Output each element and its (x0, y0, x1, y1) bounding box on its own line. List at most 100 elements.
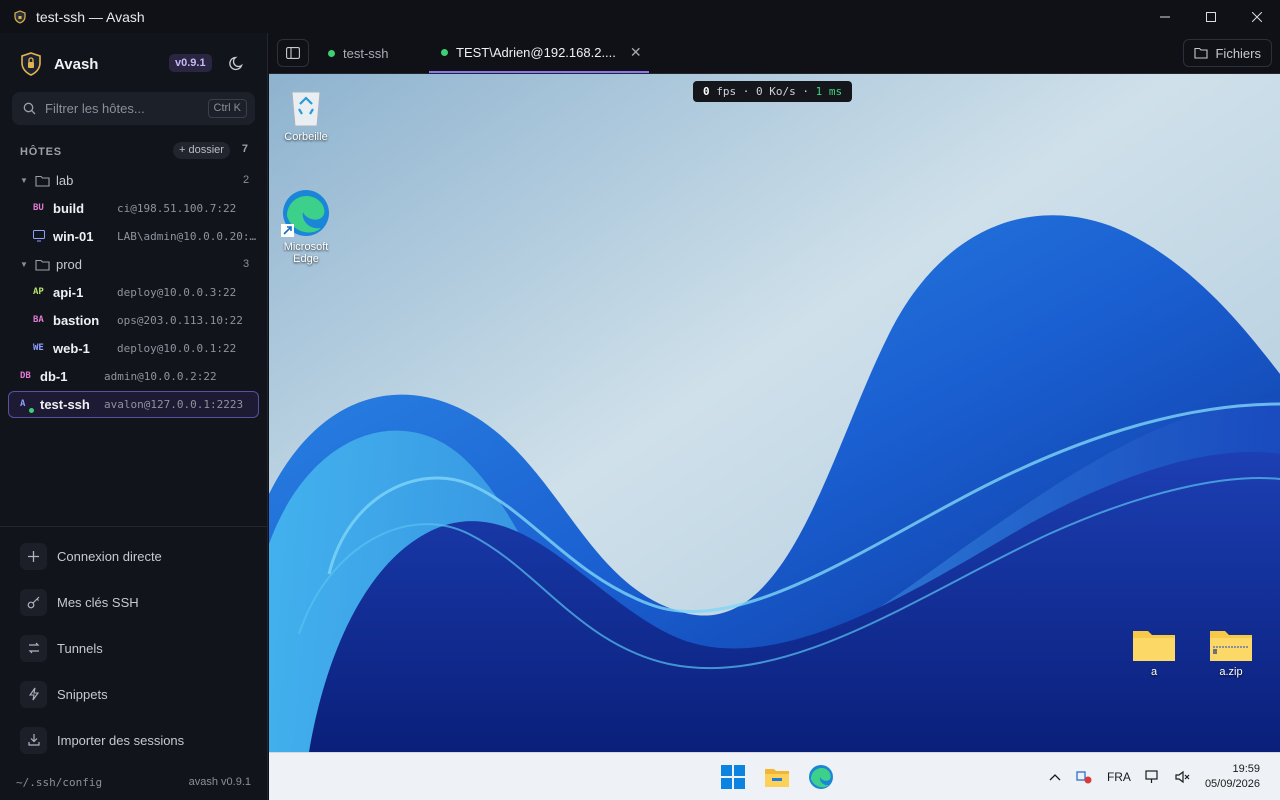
edge-icon (281, 190, 329, 237)
folder-icon (1194, 47, 1209, 59)
folder-icon (35, 259, 50, 271)
host-name: web-1 (53, 340, 90, 356)
host-name: build (53, 200, 85, 216)
direct-connection-button[interactable]: Connexion directe (20, 542, 162, 570)
host-win-01[interactable]: win-01 LAB\admin@10.0.0.20:… (33, 222, 257, 250)
search-shortcut: Ctrl K (207, 99, 247, 118)
host-address: ops@203.0.113.10:22 (117, 313, 243, 327)
host-test-ssh[interactable]: A test-ssh avalon@127.0.0.1:2223 (20, 390, 255, 418)
desktop-icon-label: Corbeille (284, 131, 328, 143)
network-tray-icon[interactable] (1075, 770, 1093, 784)
import-sessions-button[interactable]: Importer des sessions (20, 726, 184, 754)
caret-down-icon: ▼ (20, 259, 28, 269)
host-build[interactable]: BU build ci@198.51.100.7:22 (33, 194, 255, 222)
sidebar-panel-icon (286, 47, 300, 59)
host-abbr: AP (33, 287, 44, 297)
host-address: avalon@127.0.0.1:2223 (104, 397, 244, 411)
file-explorer-button[interactable] (761, 761, 793, 793)
action-label: Mes clés SSH (57, 594, 139, 610)
snippets-button[interactable]: Snippets (20, 680, 108, 708)
host-name: test-ssh (40, 396, 90, 412)
add-folder-button[interactable]: + dossier (173, 142, 230, 159)
maximize-icon (1206, 11, 1216, 22)
title-bar: test-ssh — Avash (0, 0, 1280, 33)
app-logo-icon (14, 9, 26, 24)
file-explorer-icon (765, 769, 789, 787)
chevron-up-icon[interactable] (1049, 773, 1061, 781)
taskbar-edge-button[interactable] (805, 761, 837, 793)
tab-test-ssh[interactable]: test-ssh (328, 33, 389, 73)
host-address: admin@10.0.0.2:22 (104, 369, 217, 383)
host-address: deploy@10.0.0.3:22 (117, 285, 237, 299)
host-search[interactable]: Ctrl K (12, 92, 255, 125)
remote-desktop-view[interactable]: 0 fps · 0 Ko/s · 1 ms Corbeille Microsof… (269, 74, 1280, 800)
folder-name: prod (56, 256, 83, 272)
action-label: Importer des sessions (57, 732, 185, 748)
folder-name: lab (56, 172, 74, 188)
desktop-icon-folder-a[interactable]: a (1119, 627, 1189, 678)
minimize-button[interactable] (1142, 0, 1188, 33)
desktop-icon-recycle-bin[interactable]: Corbeille (271, 84, 341, 143)
host-bastion[interactable]: BA bastion ops@203.0.113.10:22 (33, 306, 255, 334)
minimize-icon (1160, 16, 1170, 17)
tab-bar: test-ssh TEST\Adrien@192.168.2.... ✕ Fic… (269, 33, 1280, 74)
hosts-header: HÔTES + dossier 7 (20, 142, 250, 160)
desktop-icon-edge[interactable]: Microsoft Edge (271, 188, 341, 265)
ssh-keys-button[interactable]: Mes clés SSH (20, 588, 139, 616)
tab-label: TEST\Adrien@192.168.2.... (456, 44, 616, 60)
desktop-icon-label: a.zip (1219, 666, 1243, 678)
search-input[interactable] (45, 101, 195, 116)
host-db-1[interactable]: DB db-1 admin@10.0.0.2:22 (20, 362, 255, 390)
host-name: db-1 (40, 368, 68, 384)
host-api-1[interactable]: AP api-1 deploy@10.0.0.3:22 (33, 278, 255, 306)
system-tray: FRA 19:59 05/09/2026 (1049, 753, 1280, 800)
config-path: ~/.ssh/config (16, 776, 103, 789)
host-web-1[interactable]: WE web-1 deploy@10.0.0.1:22 (33, 334, 255, 362)
close-window-button[interactable] (1234, 0, 1280, 33)
start-button[interactable] (717, 761, 749, 793)
host-abbr: BA (33, 315, 44, 325)
desktop-icon-label: a (1150, 666, 1158, 678)
volume-muted-icon[interactable] (1175, 770, 1191, 784)
folder-lab[interactable]: ▼ lab 2 (20, 166, 252, 194)
lightning-icon (28, 687, 39, 701)
hosts-title: HÔTES (20, 146, 62, 158)
folder-prod[interactable]: ▼ prod 3 (20, 250, 252, 278)
tab-remote-desktop[interactable]: TEST\Adrien@192.168.2.... ✕ (429, 33, 649, 73)
footer-version: avash v0.9.1 (188, 776, 251, 788)
recycle-bin-icon (291, 91, 321, 127)
host-address: LAB\admin@10.0.0.20:… (117, 229, 257, 243)
taskbar-clock[interactable]: 19:59 05/09/2026 (1205, 762, 1260, 792)
window-title: test-ssh — Avash (36, 8, 145, 25)
folder-icon (1133, 631, 1175, 661)
tunnels-button[interactable]: Tunnels (20, 634, 103, 662)
sidebar-divider (0, 526, 268, 527)
maximize-button[interactable] (1188, 0, 1234, 33)
version-badge: v0.9.1 (169, 54, 212, 72)
close-tab-icon[interactable]: ✕ (630, 44, 642, 61)
app-name: Avash (54, 55, 99, 73)
plus-icon (28, 550, 39, 562)
folder-count: 3 (243, 258, 250, 270)
network-icon[interactable] (1145, 770, 1161, 784)
sidebar-toggle-button[interactable] (277, 39, 309, 67)
host-abbr: A (20, 399, 40, 413)
folder-icon (35, 175, 50, 187)
import-icon (27, 734, 40, 746)
action-label: Snippets (57, 686, 108, 702)
search-icon (23, 102, 36, 115)
connected-dot (328, 49, 335, 57)
host-abbr: BU (33, 203, 44, 213)
folder-count: 2 (243, 174, 250, 186)
host-address: deploy@10.0.0.1:22 (117, 341, 237, 355)
files-button[interactable]: Fichiers (1183, 39, 1272, 67)
zip-folder-icon (1210, 631, 1252, 661)
online-dot (29, 408, 34, 413)
close-icon (1252, 11, 1262, 22)
language-indicator[interactable]: FRA (1107, 770, 1131, 784)
host-name: win-01 (53, 228, 94, 244)
moon-icon[interactable] (229, 55, 245, 71)
key-icon (27, 596, 39, 609)
desktop-icon-zip[interactable]: a.zip (1196, 627, 1266, 678)
clock-date: 05/09/2026 (1204, 778, 1260, 790)
